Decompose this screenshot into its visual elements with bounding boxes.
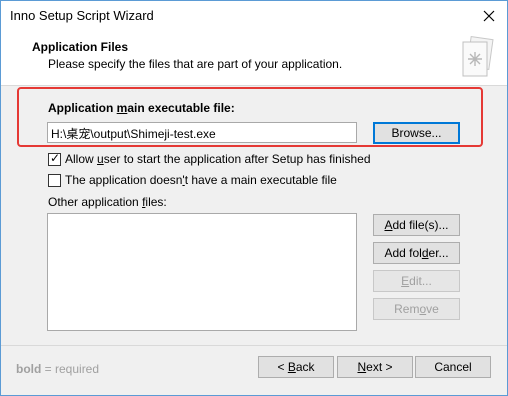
cancel-button[interactable]: Cancel xyxy=(415,356,491,378)
edit-button[interactable]: Edit... xyxy=(373,270,460,292)
other-files-label: Other application files: xyxy=(48,195,167,209)
allow-start-label: Allow user to start the application afte… xyxy=(65,152,371,166)
main-exe-input[interactable]: H:\桌宠\output\Shimeji-test.exe xyxy=(47,122,357,143)
required-legend: bold = required xyxy=(16,362,100,376)
back-button[interactable]: < Back xyxy=(258,356,334,378)
add-files-button[interactable]: Add file(s)... xyxy=(373,214,460,236)
allow-start-option[interactable]: ✓ Allow user to start the application af… xyxy=(48,150,371,166)
main-exe-label: Application main executable file: xyxy=(48,101,235,115)
no-exe-label: The application doesn't have a main exec… xyxy=(65,173,337,187)
next-button[interactable]: Next > xyxy=(337,356,413,378)
remove-button[interactable]: Remove xyxy=(373,298,460,320)
title-bar: Inno Setup Script Wizard xyxy=(1,1,507,31)
close-icon xyxy=(483,10,495,22)
footer-divider xyxy=(1,345,507,346)
allow-start-checkbox[interactable]: ✓ xyxy=(48,150,61,166)
files-icon xyxy=(462,36,494,77)
wizard-window: Inno Setup Script Wizard Application Fil… xyxy=(0,0,508,396)
other-files-list[interactable] xyxy=(47,213,357,331)
page-subtitle: Please specify the files that are part o… xyxy=(48,57,343,71)
page-title: Application Files xyxy=(32,40,129,54)
add-folder-button[interactable]: Add folder... xyxy=(373,242,460,264)
close-button[interactable] xyxy=(479,6,499,26)
no-exe-checkbox[interactable] xyxy=(48,173,61,187)
window-title: Inno Setup Script Wizard xyxy=(10,8,154,23)
browse-button[interactable]: Browse... xyxy=(373,122,460,144)
no-exe-option[interactable]: The application doesn't have a main exec… xyxy=(48,173,337,187)
wizard-header: Application Files Please specify the fil… xyxy=(1,31,507,86)
checkmark-icon: ✓ xyxy=(50,150,61,165)
